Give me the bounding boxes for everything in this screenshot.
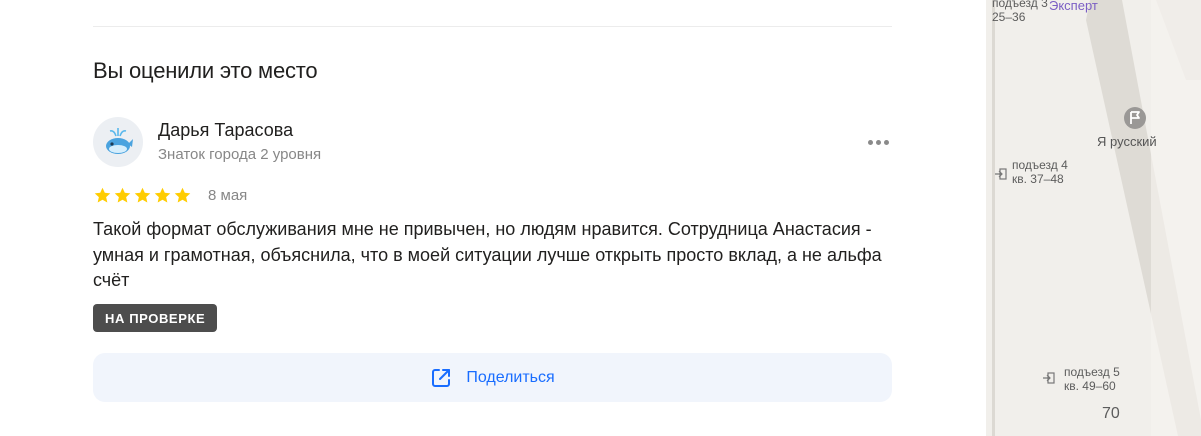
map-label-entrance5-range: кв. 49–60 — [1064, 379, 1116, 393]
share-button[interactable]: Поделиться — [93, 353, 892, 402]
review-panel: Вы оценили это место Дарья Тарасова Знат… — [0, 0, 986, 436]
whale-avatar-icon — [106, 128, 133, 154]
divider — [93, 26, 892, 27]
share-external-icon — [432, 368, 451, 387]
map-label-entrance4-range: кв. 37–48 — [1012, 172, 1064, 186]
more-options-button[interactable] — [862, 130, 894, 154]
review-date: 8 мая — [208, 187, 248, 204]
star-icon — [154, 187, 171, 203]
share-button-label: Поделиться — [466, 368, 555, 386]
map-house-number: 70 — [1102, 405, 1120, 422]
avatar[interactable] — [93, 117, 143, 167]
more-dots-icon — [883, 139, 889, 145]
section-title: Вы оценили это место — [93, 58, 318, 83]
more-dots-icon — [867, 139, 873, 145]
entrance-icon — [995, 168, 1007, 180]
map-poi-russian[interactable]: Я русский — [1097, 135, 1157, 148]
rating-stars — [93, 186, 192, 205]
star-icon — [134, 187, 151, 203]
map-label-entrance3-range: 25–36 — [992, 10, 1026, 24]
review-text: Такой формат обслуживания мне не привыче… — [93, 219, 882, 290]
map-label-entrance5-name: подъезд 5 — [1064, 365, 1120, 379]
star-icon — [114, 187, 131, 203]
entrance-icon — [1043, 372, 1055, 384]
status-badge: НА ПРОВЕРКЕ — [93, 304, 218, 332]
more-dots-icon — [875, 139, 881, 145]
flag-pin-icon[interactable] — [1122, 105, 1148, 131]
map-label-entrance4-name: подъезд 4 — [1012, 158, 1068, 172]
star-icon — [94, 187, 111, 203]
map[interactable]: подъезд 3 25–36 Эксперт Я русский подъез… — [986, 0, 1201, 436]
map-poi-expert[interactable]: Эксперт — [1049, 0, 1098, 12]
author-level: Знаток города 2 уровня — [158, 146, 322, 163]
author-name[interactable]: Дарья Тарасова — [158, 120, 293, 141]
star-icon — [174, 187, 191, 203]
map-label-entrance3-name: подъезд 3 — [992, 0, 1048, 10]
